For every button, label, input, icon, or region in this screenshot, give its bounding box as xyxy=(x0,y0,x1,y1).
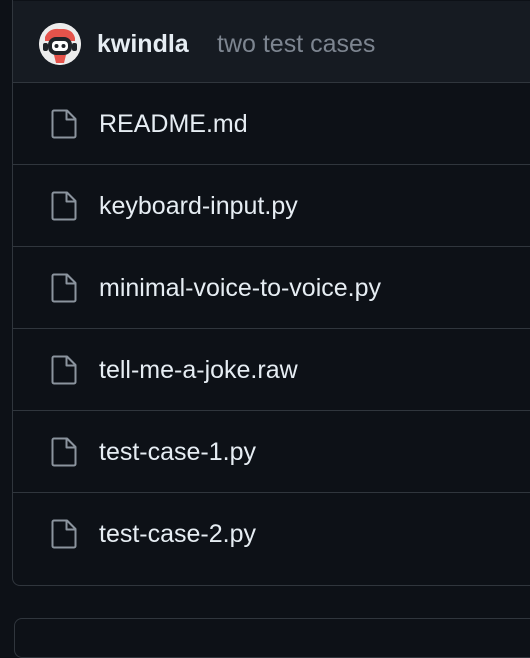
file-row[interactable]: keyboard-input.py xyxy=(13,165,530,247)
file-row[interactable]: test-case-2.py xyxy=(13,493,530,575)
file-name-link[interactable]: test-case-2.py xyxy=(99,519,256,549)
file-icon xyxy=(51,273,77,303)
next-panel-edge xyxy=(14,618,530,658)
file-name-link[interactable]: keyboard-input.py xyxy=(99,191,298,221)
gist-description: two test cases xyxy=(217,30,376,58)
file-row[interactable]: README.md xyxy=(13,83,530,165)
author-link[interactable]: kwindla xyxy=(97,29,189,59)
robot-avatar-icon xyxy=(39,23,81,65)
file-list: README.md keyboard-input.py minimal-voic… xyxy=(13,83,530,575)
file-row[interactable]: tell-me-a-joke.raw xyxy=(13,329,530,411)
file-name-link[interactable]: test-case-1.py xyxy=(99,437,256,467)
file-icon xyxy=(51,109,77,139)
file-row[interactable]: minimal-voice-to-voice.py xyxy=(13,247,530,329)
file-icon xyxy=(51,191,77,221)
file-icon xyxy=(51,519,77,549)
file-icon xyxy=(51,437,77,467)
file-name-link[interactable]: tell-me-a-joke.raw xyxy=(99,355,298,385)
author-avatar[interactable] xyxy=(39,23,81,65)
file-row[interactable]: test-case-1.py xyxy=(13,411,530,493)
gist-header: kwindla two test cases xyxy=(13,1,530,83)
file-icon xyxy=(51,355,77,385)
gist-file-list-panel: kwindla two test cases README.md keyboar… xyxy=(12,0,530,586)
file-name-link[interactable]: minimal-voice-to-voice.py xyxy=(99,273,381,303)
file-name-link[interactable]: README.md xyxy=(99,109,248,139)
